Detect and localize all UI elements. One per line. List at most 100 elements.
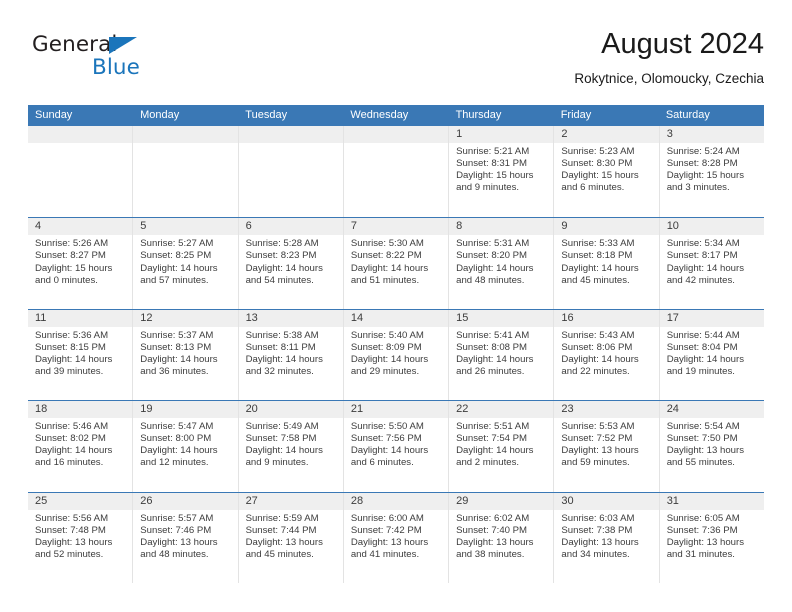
week-row: 11 Sunrise: 5:36 AM Sunset: 8:15 PM Dayl… [28, 308, 764, 401]
day-details: Sunrise: 5:28 AM Sunset: 8:23 PM Dayligh… [239, 235, 343, 286]
daylight-text-line2: and 3 minutes. [666, 182, 730, 194]
day-cell[interactable]: 30 Sunrise: 6:03 AM Sunset: 7:38 PM Dayl… [554, 492, 660, 583]
day-cell[interactable]: 15 Sunrise: 5:41 AM Sunset: 8:08 PM Dayl… [449, 309, 555, 401]
day-cell[interactable] [28, 126, 134, 218]
logo-triangle-icon [109, 37, 137, 54]
daylight-text-line1: Daylight: 13 hours [666, 536, 745, 548]
sunset-text: Sunset: 8:20 PM [456, 250, 528, 262]
day-number: 30 [554, 492, 659, 510]
sunset-text: Sunset: 8:11 PM [245, 341, 316, 353]
daylight-text-line1: Daylight: 14 hours [140, 262, 218, 274]
day-cell[interactable]: 20 Sunrise: 5:49 AM Sunset: 7:58 PM Dayl… [238, 401, 344, 492]
day-cell[interactable]: 1 Sunrise: 5:21 AM Sunset: 8:31 PM Dayli… [449, 126, 555, 218]
general-blue-logo[interactable]: General Blue [32, 32, 212, 88]
daylight-text-line2: and 42 minutes. [666, 274, 735, 286]
day-cell[interactable]: 26 Sunrise: 5:57 AM Sunset: 7:46 PM Dayl… [133, 492, 239, 583]
day-details: Sunrise: 5:24 AM Sunset: 8:28 PM Dayligh… [660, 143, 764, 194]
daylight-text-line2: and 48 minutes. [456, 274, 525, 286]
daylight-text-line1: Daylight: 14 hours [245, 262, 323, 274]
day-number: 18 [28, 401, 133, 419]
day-cell[interactable]: 19 Sunrise: 5:47 AM Sunset: 8:00 PM Dayl… [133, 401, 239, 492]
sunrise-text: Sunrise: 5:37 AM [140, 329, 214, 341]
daylight-text-line1: Daylight: 14 hours [456, 262, 534, 274]
daylight-text-line1: Daylight: 15 hours [666, 170, 745, 182]
day-details: Sunrise: 6:03 AM Sunset: 7:38 PM Dayligh… [554, 510, 658, 561]
sunrise-text: Sunrise: 5:50 AM [350, 421, 424, 433]
day-cell[interactable]: 21 Sunrise: 5:50 AM Sunset: 7:56 PM Dayl… [343, 401, 450, 492]
day-number: 15 [449, 309, 554, 327]
day-number: 1 [449, 126, 554, 143]
daylight-text-line2: and 29 minutes. [350, 366, 420, 378]
sunset-text: Sunset: 8:22 PM [350, 250, 422, 262]
day-cell[interactable]: 11 Sunrise: 5:36 AM Sunset: 8:15 PM Dayl… [28, 309, 134, 401]
day-number: 27 [238, 492, 343, 510]
daylight-text-line1: Daylight: 15 hours [456, 170, 534, 182]
day-cell[interactable]: 12 Sunrise: 5:37 AM Sunset: 8:13 PM Dayl… [133, 309, 239, 401]
day-cell[interactable]: 31 Sunrise: 6:05 AM Sunset: 7:36 PM Dayl… [659, 492, 764, 583]
day-cell[interactable]: 16 Sunrise: 5:43 AM Sunset: 8:06 PM Dayl… [554, 309, 660, 401]
daylight-text-line1: Daylight: 14 hours [456, 353, 534, 365]
daylight-text-line2: and 6 minutes. [350, 457, 414, 469]
day-cell[interactable]: 22 Sunrise: 5:51 AM Sunset: 7:54 PM Dayl… [449, 401, 555, 492]
day-cell[interactable]: 18 Sunrise: 5:46 AM Sunset: 8:02 PM Dayl… [28, 401, 134, 492]
day-cell[interactable]: 29 Sunrise: 6:02 AM Sunset: 7:40 PM Dayl… [449, 492, 555, 583]
day-cell[interactable]: 7 Sunrise: 5:30 AM Sunset: 8:22 PM Dayli… [343, 218, 450, 309]
daylight-text-line1: Daylight: 14 hours [561, 262, 639, 274]
day-cell[interactable]: 5 Sunrise: 5:27 AM Sunset: 8:25 PM Dayli… [133, 218, 239, 309]
day-details: Sunrise: 5:36 AM Sunset: 8:15 PM Dayligh… [28, 327, 132, 378]
day-number: 2 [554, 126, 659, 143]
daylight-text-line2: and 41 minutes. [350, 548, 420, 560]
week-row: 18 Sunrise: 5:46 AM Sunset: 8:02 PM Dayl… [28, 400, 764, 492]
daylight-text-line2: and 6 minutes. [561, 182, 625, 194]
day-details: Sunrise: 5:43 AM Sunset: 8:06 PM Dayligh… [554, 327, 658, 378]
day-cell[interactable]: 24 Sunrise: 5:54 AM Sunset: 7:50 PM Dayl… [659, 401, 764, 492]
day-cell[interactable]: 4 Sunrise: 5:26 AM Sunset: 8:27 PM Dayli… [28, 218, 134, 309]
day-cell[interactable] [238, 126, 344, 218]
day-cell[interactable]: 2 Sunrise: 5:23 AM Sunset: 8:30 PM Dayli… [554, 126, 660, 218]
sunrise-text: Sunrise: 5:51 AM [456, 421, 530, 433]
daylight-text-line1: Daylight: 13 hours [245, 536, 323, 548]
logo-text-blue: Blue [92, 55, 140, 80]
sunset-text: Sunset: 7:50 PM [666, 433, 738, 445]
sunset-text: Sunset: 8:27 PM [35, 250, 106, 262]
day-cell[interactable]: 28 Sunrise: 6:00 AM Sunset: 7:42 PM Dayl… [343, 492, 450, 583]
sunrise-text: Sunrise: 5:44 AM [666, 329, 740, 341]
day-cell[interactable]: 14 Sunrise: 5:40 AM Sunset: 8:09 PM Dayl… [343, 309, 450, 401]
day-cell[interactable]: 27 Sunrise: 5:59 AM Sunset: 7:44 PM Dayl… [238, 492, 344, 583]
daylight-text-line2: and 32 minutes. [245, 366, 314, 378]
day-number: 9 [554, 218, 659, 236]
day-number: 25 [28, 492, 133, 510]
day-details: Sunrise: 5:56 AM Sunset: 7:48 PM Dayligh… [28, 510, 132, 561]
day-cell[interactable]: 8 Sunrise: 5:31 AM Sunset: 8:20 PM Dayli… [449, 218, 555, 309]
day-cell[interactable]: 23 Sunrise: 5:53 AM Sunset: 7:52 PM Dayl… [554, 401, 660, 492]
day-details: Sunrise: 5:41 AM Sunset: 8:08 PM Dayligh… [449, 327, 553, 378]
day-number: 12 [133, 309, 238, 327]
day-number: 22 [449, 401, 554, 419]
day-number: 29 [449, 492, 554, 510]
day-cell[interactable]: 10 Sunrise: 5:34 AM Sunset: 8:17 PM Dayl… [659, 218, 764, 309]
day-cell[interactable]: 6 Sunrise: 5:28 AM Sunset: 8:23 PM Dayli… [238, 218, 344, 309]
day-number: 10 [659, 218, 764, 236]
day-number: 8 [449, 218, 554, 236]
sunset-text: Sunset: 8:17 PM [666, 250, 738, 262]
sunset-text: Sunset: 8:08 PM [456, 341, 528, 353]
day-cell[interactable]: 3 Sunrise: 5:24 AM Sunset: 8:28 PM Dayli… [659, 126, 764, 218]
day-number [28, 126, 133, 143]
daylight-text-line1: Daylight: 15 hours [561, 170, 639, 182]
daylight-text-line2: and 31 minutes. [666, 548, 735, 560]
day-details: Sunrise: 5:38 AM Sunset: 8:11 PM Dayligh… [239, 327, 343, 378]
sunrise-text: Sunrise: 5:40 AM [350, 329, 424, 341]
day-cell[interactable]: 13 Sunrise: 5:38 AM Sunset: 8:11 PM Dayl… [238, 309, 344, 401]
weekday-header-tuesday: Tuesday [245, 109, 288, 121]
day-cell[interactable] [343, 126, 450, 218]
day-cell[interactable]: 17 Sunrise: 5:44 AM Sunset: 8:04 PM Dayl… [659, 309, 764, 401]
day-number: 7 [343, 218, 449, 236]
day-details: Sunrise: 5:57 AM Sunset: 7:46 PM Dayligh… [133, 510, 237, 561]
page-subtitle: Rokytnice, Olomoucky, Czechia [574, 71, 764, 86]
day-cell[interactable]: 9 Sunrise: 5:33 AM Sunset: 8:18 PM Dayli… [554, 218, 660, 309]
weekday-header-saturday: Saturday [665, 109, 710, 121]
daylight-text-line2: and 16 minutes. [35, 457, 104, 469]
day-details: Sunrise: 5:54 AM Sunset: 7:50 PM Dayligh… [660, 418, 764, 469]
day-cell[interactable]: 25 Sunrise: 5:56 AM Sunset: 7:48 PM Dayl… [28, 492, 134, 583]
day-cell[interactable] [133, 126, 239, 218]
